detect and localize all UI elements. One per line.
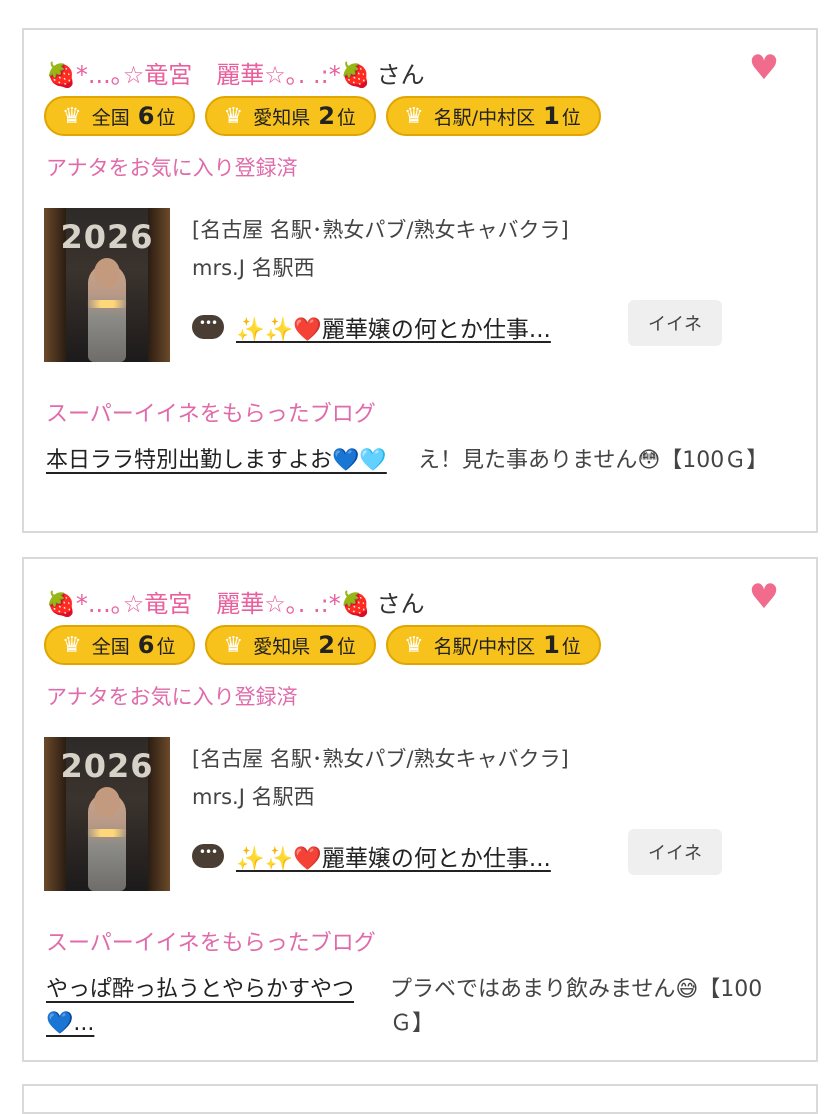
rank-badge-prefecture: ♛ 愛知県 2 位 <box>205 96 376 136</box>
shop-name[interactable]: mrs.J 名駅西 <box>192 781 315 811</box>
latest-blog: ✨✨❤️麗華嬢の何とか仕事... <box>192 310 551 344</box>
rank-unit: 位 <box>561 635 581 658</box>
latest-blog: ✨✨❤️麗華嬢の何とか仕事... <box>192 839 551 873</box>
girl-name[interactable]: 🍓*...｡☆竜宮 麗華☆｡. .:*🍓 さん <box>46 581 425 621</box>
rank-number: 2 <box>318 631 335 659</box>
shop-category: [名古屋 名駅･熟女パブ/熟女キャバクラ] <box>192 218 569 242</box>
heart-icon[interactable]: ♥ <box>748 51 780 85</box>
blog-title-link[interactable]: ✨✨❤️麗華嬢の何とか仕事... <box>236 839 551 873</box>
shop-name[interactable]: mrs.J 名駅西 <box>192 252 315 282</box>
rank-unit: 位 <box>336 635 356 658</box>
super-iine-blog-link[interactable]: 本日ララ特別出勤しますよお💙🩵 <box>46 444 406 478</box>
crown-icon: ♛ <box>223 632 244 658</box>
photo-head <box>94 258 120 288</box>
favorite-status: アナタをお気に入り登録済 <box>46 156 298 180</box>
rank-label: 名駅/中村区 <box>433 106 536 129</box>
girl-photo[interactable]: 2026 <box>44 208 170 362</box>
crown-icon: ♛ <box>62 103 82 129</box>
rank-label: 愛知県 <box>253 635 311 658</box>
crown-icon: ♛ <box>62 632 82 658</box>
iine-button[interactable]: イイネ <box>628 829 722 875</box>
rank-number: 6 <box>137 631 155 659</box>
honorific: さん <box>376 589 425 618</box>
crown-icon: ♛ <box>223 103 244 129</box>
rank-badge-area: ♛ 名駅/中村区 1 位 <box>385 625 601 665</box>
girl-card: 🍓*...｡☆竜宮 麗華☆｡. .:*🍓 さん ♥ ♛ 全国 6 位 ♛ 愛知県… <box>22 557 818 1062</box>
honorific: さん <box>376 60 425 89</box>
rank-unit: 位 <box>156 106 176 129</box>
photo-year: 2026 <box>60 218 154 256</box>
girl-card: 🍓*...｡☆竜宮 麗華☆｡. .:*🍓 さん ♥ ♛ 全国 6 位 ♛ 愛知県… <box>22 28 818 533</box>
chat-bubble-icon <box>192 315 224 339</box>
super-iine-comment: プラベではあまり飲みません😅【100Ｇ】 <box>390 977 763 1036</box>
crown-icon: ♛ <box>403 103 424 129</box>
rank-badge-area: ♛ 名駅/中村区 1 位 <box>385 96 601 136</box>
iine-button[interactable]: イイネ <box>628 300 722 346</box>
photo-lights <box>74 300 140 308</box>
rank-badges: ♛ 全国 6 位 ♛ 愛知県 2 位 ♛ 名駅/中村区 1 位 <box>44 625 601 665</box>
girl-name[interactable]: 🍓*...｡☆竜宮 麗華☆｡. .:*🍓 さん <box>46 52 425 92</box>
rank-badge-prefecture: ♛ 愛知県 2 位 <box>205 625 376 665</box>
rank-number: 2 <box>318 102 335 130</box>
photo-year: 2026 <box>60 747 154 785</box>
rank-number: 1 <box>543 102 560 130</box>
favorite-status: アナタをお気に入り登録済 <box>46 685 298 709</box>
crown-icon: ♛ <box>403 632 424 658</box>
shop-category: [名古屋 名駅･熟女パブ/熟女キャバクラ] <box>192 747 569 771</box>
super-iine-comment: え！見た事ありません😳【100Ｇ】 <box>418 448 769 473</box>
super-iine-heading: スーパーイイネをもらったブログ <box>46 931 376 956</box>
blog-title-link[interactable]: ✨✨❤️麗華嬢の何とか仕事... <box>236 310 551 344</box>
heart-icon[interactable]: ♥ <box>748 580 780 614</box>
girl-card-partial <box>22 1084 818 1114</box>
rank-number: 6 <box>137 102 155 130</box>
rank-label: 全国 <box>91 635 130 658</box>
girl-name-text: 🍓*...｡☆竜宮 麗華☆｡. .:*🍓 <box>46 589 371 618</box>
super-iine-heading: スーパーイイネをもらったブログ <box>46 402 376 427</box>
rank-badges: ♛ 全国 6 位 ♛ 愛知県 2 位 ♛ 名駅/中村区 1 位 <box>44 96 601 136</box>
rank-number: 1 <box>543 631 560 659</box>
photo-head <box>94 787 120 817</box>
photo-lights <box>74 829 140 837</box>
rank-unit: 位 <box>336 106 356 129</box>
chat-bubble-icon <box>192 844 224 868</box>
rank-badge-national: ♛ 全国 6 位 <box>44 625 196 665</box>
girl-name-text: 🍓*...｡☆竜宮 麗華☆｡. .:*🍓 <box>46 60 371 89</box>
rank-badge-national: ♛ 全国 6 位 <box>44 96 196 136</box>
rank-label: 愛知県 <box>253 106 311 129</box>
rank-label: 名駅/中村区 <box>433 635 536 658</box>
girl-photo[interactable]: 2026 <box>44 737 170 891</box>
rank-unit: 位 <box>561 106 581 129</box>
super-iine-blog-link[interactable]: やっぱ酔っ払うとやらかすやつ💙... <box>46 973 376 1041</box>
rank-unit: 位 <box>156 635 176 658</box>
rank-label: 全国 <box>91 106 130 129</box>
